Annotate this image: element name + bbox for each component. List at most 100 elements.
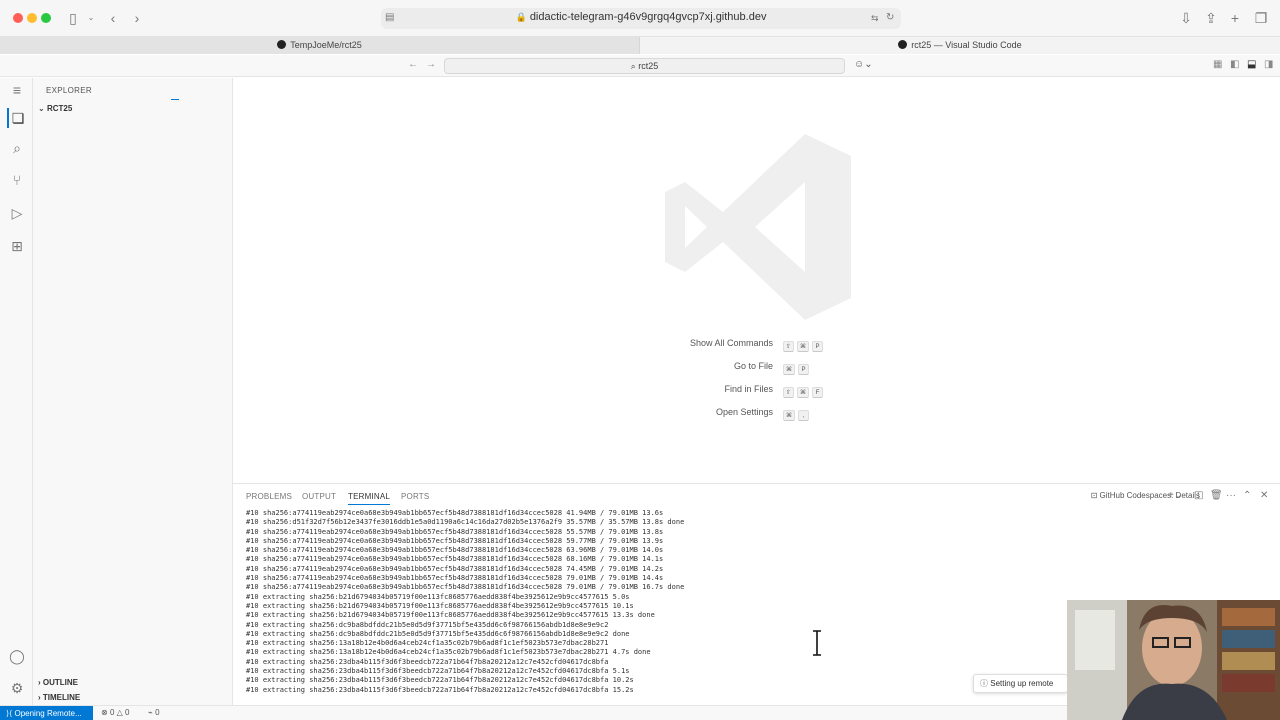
- vscode-titlebar: ← → ⌕ rct25 ☺⌄ ▦ ◧ ⬓ ◨: [0, 55, 1280, 77]
- outline-section[interactable]: › OUTLINE: [38, 678, 78, 687]
- chevron-right-icon: ›: [38, 693, 41, 702]
- tab-output[interactable]: OUTPUT: [302, 492, 336, 501]
- timeline-section[interactable]: › TIMELINE: [38, 693, 80, 702]
- search-icon: ⌕: [630, 61, 636, 71]
- shortcut-open-settings[interactable]: Open Settings ⌘,: [633, 405, 893, 428]
- vscode-logo-watermark: [663, 130, 855, 324]
- close-window-button[interactable]: [13, 13, 23, 23]
- keybinding: ⇧ ⌘ P: [783, 337, 826, 352]
- split-terminal-icon[interactable]: ◫: [1194, 490, 1203, 501]
- tab-problems[interactable]: PROBLEMS: [246, 492, 292, 501]
- close-panel-icon[interactable]: ✕: [1260, 490, 1268, 501]
- keybinding: ⌘,: [783, 406, 812, 421]
- shortcut-go-to-file[interactable]: Go to File ⌘ P: [633, 359, 893, 382]
- tab-ports[interactable]: PORTS: [401, 492, 429, 501]
- menu-icon[interactable]: ≡: [7, 80, 27, 100]
- text-cursor-icon: [812, 630, 822, 656]
- terminal-line: #10 sha256:d51f32d7f56b12e3437fe3016ddb1…: [246, 518, 685, 527]
- address-bar[interactable]: ▤ 🔒 didactic-telegram-g46v9grgq4gvcp7xj.…: [381, 8, 901, 29]
- github-icon: [277, 40, 287, 49]
- download-icon[interactable]: ⇩: [1179, 9, 1193, 27]
- back-icon[interactable]: ‹: [107, 9, 119, 27]
- welcome-shortcuts: Show All Commands ⇧ ⌘ P Go to File ⌘ P Find…: [633, 336, 893, 428]
- more-actions-icon[interactable]: ···: [1226, 490, 1236, 501]
- tab-vscode[interactable]: rct25 — Visual Studio Code: [640, 37, 1280, 54]
- nav-back-icon[interactable]: ←: [408, 59, 418, 70]
- terminal-line: #10 extracting sha256:23dba4b115f3d6f3be…: [246, 657, 609, 666]
- terminal-line: #10 extracting sha256:b21d6794034b05719f…: [246, 611, 655, 620]
- terminal-line: #10 extracting sha256:23dba4b115f3d6f3be…: [246, 685, 634, 694]
- translate-icon[interactable]: ⇆: [871, 9, 879, 27]
- terminal-line: #10 sha256:a774119eab2974ce0a68e3b949ab1…: [246, 536, 664, 545]
- new-tab-icon[interactable]: +: [1228, 9, 1242, 27]
- ports-icon: ⌁: [148, 708, 153, 717]
- terminal-line: #10 sha256:a774119eab2974ce0a68e3b949ab1…: [246, 555, 664, 564]
- account-icon[interactable]: ◯: [7, 646, 27, 666]
- explorer-title: EXPLORER: [46, 86, 92, 95]
- progress-indicator: [171, 99, 179, 100]
- terminal-line: #10 sha256:a774119eab2974ce0a68e3b949ab1…: [246, 564, 664, 573]
- keybinding: ⌘ P: [783, 360, 812, 375]
- tab-overview-icon[interactable]: ❐: [1253, 9, 1269, 27]
- activity-bar: ≡ ❏ ⌕ ⑂ ▷ ⊞ ◯ ⚙: [0, 78, 33, 705]
- minimize-window-button[interactable]: [27, 13, 37, 23]
- chevron-right-icon: ›: [38, 678, 41, 687]
- warning-icon: △: [116, 708, 123, 717]
- toggle-panel-icon[interactable]: ⬓: [1247, 59, 1256, 70]
- explorer-icon[interactable]: ❏: [7, 108, 27, 128]
- terminal-line: #10 extracting sha256:13a18b12e4b0d6a4ce…: [246, 648, 651, 657]
- toggle-secondary-sidebar-icon[interactable]: ◨: [1264, 59, 1273, 70]
- shortcut-find-in-files[interactable]: Find in Files ⇧ ⌘ F: [633, 382, 893, 405]
- terminal-line: #10 sha256:a774119eab2974ce0a68e3b949ab1…: [246, 574, 664, 583]
- terminal-line: #10 sha256:a774119eab2974ce0a68e3b949ab1…: [246, 527, 664, 536]
- zoom-window-button[interactable]: [41, 13, 51, 23]
- browser-tabs: TempJoeMe/rct25 rct25 — Visual Studio Co…: [0, 37, 1280, 54]
- remote-icon: ⟩⟨: [6, 709, 13, 718]
- terminal-line: #10 sha256:a774119eab2974ce0a68e3b949ab1…: [246, 546, 664, 555]
- terminal-line: #10 extracting sha256:13a18b12e4b0d6a4ce…: [246, 639, 609, 648]
- reload-icon[interactable]: ↻: [886, 9, 894, 27]
- webcam-overlay: [1067, 600, 1280, 720]
- shortcut-show-all-commands[interactable]: Show All Commands ⇧ ⌘ P: [633, 336, 893, 359]
- terminal-line: #10 sha256:a774119eab2974ce0a68e3b949ab1…: [246, 509, 664, 517]
- terminal-line: #10 extracting sha256:dc9ba8bdfddc21b5e0…: [246, 629, 630, 638]
- terminal-line: #10 extracting sha256:23dba4b115f3d6f3be…: [246, 667, 630, 676]
- nav-forward-icon[interactable]: →: [426, 59, 436, 70]
- remote-indicator[interactable]: ⟩⟨ Opening Remote...: [0, 706, 93, 720]
- notification-toast[interactable]: ⓘ Setting up remote: [973, 674, 1068, 693]
- forward-icon[interactable]: ›: [131, 9, 143, 27]
- run-debug-icon[interactable]: ▷: [7, 203, 27, 223]
- error-icon: ⊗: [101, 708, 108, 717]
- github-icon: [898, 40, 908, 49]
- terminal-line: #10 sha256:a774119eab2974ce0a68e3b949ab1…: [246, 583, 685, 592]
- new-terminal-icon[interactable]: +⌄: [1168, 490, 1182, 501]
- toggle-primary-sidebar-icon[interactable]: ◧: [1230, 59, 1239, 70]
- trash-icon[interactable]: 🗑: [1210, 490, 1223, 501]
- copilot-icon[interactable]: ☺⌄: [854, 59, 873, 70]
- browser-toolbar: ▯ ⌄ ‹ › ▤ 🔒 didactic-telegram-g46v9grgq4…: [0, 0, 1280, 37]
- extensions-icon[interactable]: ⊞: [7, 236, 27, 256]
- terminal-selector[interactable]: ⊡ GitHub Codespaces: Details: [1091, 491, 1200, 500]
- keybinding: ⇧ ⌘ F: [783, 383, 826, 398]
- workspace-root[interactable]: ⌄ RCT25: [38, 104, 72, 113]
- info-icon: ⓘ: [980, 679, 988, 688]
- maximize-panel-icon[interactable]: ⌃: [1243, 490, 1251, 501]
- tab-terminal[interactable]: TERMINAL: [348, 492, 391, 505]
- editor-area: Show All Commands ⇧ ⌘ P Go to File ⌘ P Find…: [233, 78, 1280, 483]
- customize-layout-icon[interactable]: ▦: [1213, 59, 1222, 70]
- terminal-line: #10 extracting sha256:dc9ba8bdfddc21b5e0…: [246, 620, 609, 629]
- terminal-icon: ⊡: [1090, 491, 1098, 500]
- tab-github-repo[interactable]: TempJoeMe/rct25: [0, 37, 640, 54]
- search-icon[interactable]: ⌕: [7, 138, 27, 158]
- problems-indicator[interactable]: ⊗ 0 △ 0: [101, 708, 129, 717]
- command-center[interactable]: ⌕ rct25: [444, 58, 845, 74]
- gear-icon[interactable]: ⚙: [7, 678, 27, 698]
- url-text: 🔒 didactic-telegram-g46v9grgq4gvcp7xj.gi…: [515, 11, 767, 23]
- terminal-output[interactable]: #10 sha256:a774119eab2974ce0a68e3b949ab1…: [246, 509, 1066, 695]
- chevron-down-icon[interactable]: ⌄: [86, 9, 96, 27]
- source-control-icon[interactable]: ⑂: [7, 170, 27, 190]
- share-icon[interactable]: ⇪: [1204, 9, 1218, 27]
- sidebar-toggle-icon[interactable]: ▯: [64, 9, 82, 27]
- ports-indicator[interactable]: ⌁ 0: [148, 708, 160, 717]
- explorer-sidebar: EXPLORER ⌄ RCT25 › OUTLINE › TIMELINE: [33, 78, 233, 705]
